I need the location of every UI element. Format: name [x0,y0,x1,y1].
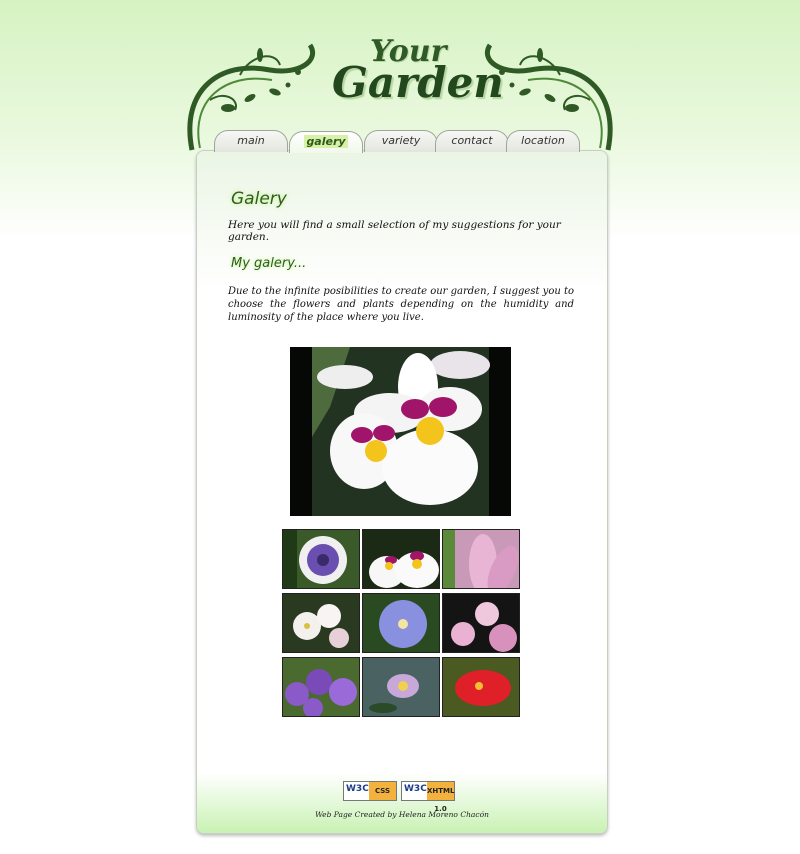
w3c-xhtml-badge[interactable]: W3C XHTML 1.0 [401,781,455,813]
nav-tabs: main galery variety contact location [214,130,584,154]
w3c-css-badge[interactable]: W3C CSS [343,781,397,801]
thumbnail-passion-flower[interactable] [282,529,360,589]
tab-main[interactable]: main [214,130,288,152]
main-gallery-image [290,347,511,516]
thumbnail-pink-lily[interactable] [442,529,520,589]
thumbnail-white-purple-orchid[interactable] [362,529,440,589]
description-text: Due to the infinite posibilities to crea… [228,286,574,323]
tab-variety[interactable]: variety [364,130,438,152]
logo-garden: Garden [332,58,504,107]
tab-contact[interactable]: contact [435,130,509,152]
page-title: Galery [231,189,287,209]
content-panel: Galery Here you will find a small select… [196,150,608,834]
thumbnail-red-flower[interactable] [442,657,520,717]
thumbnail-waterlily[interactable] [362,657,440,717]
tab-galery[interactable]: galery [289,131,363,153]
thumbnail-white-flowers[interactable] [282,593,360,653]
footer-credit: Web Page Created by Helena Moreno Chacón [315,810,489,819]
section-subtitle: My galery... [231,256,307,271]
thumbnail-blue-violet[interactable] [362,593,440,653]
thumbnail-purple-bell-flowers[interactable] [282,657,360,717]
tab-location[interactable]: location [506,130,580,152]
thumbnail-pink-plumeria[interactable] [442,593,520,653]
intro-text: Here you will find a small selection of … [228,219,561,243]
